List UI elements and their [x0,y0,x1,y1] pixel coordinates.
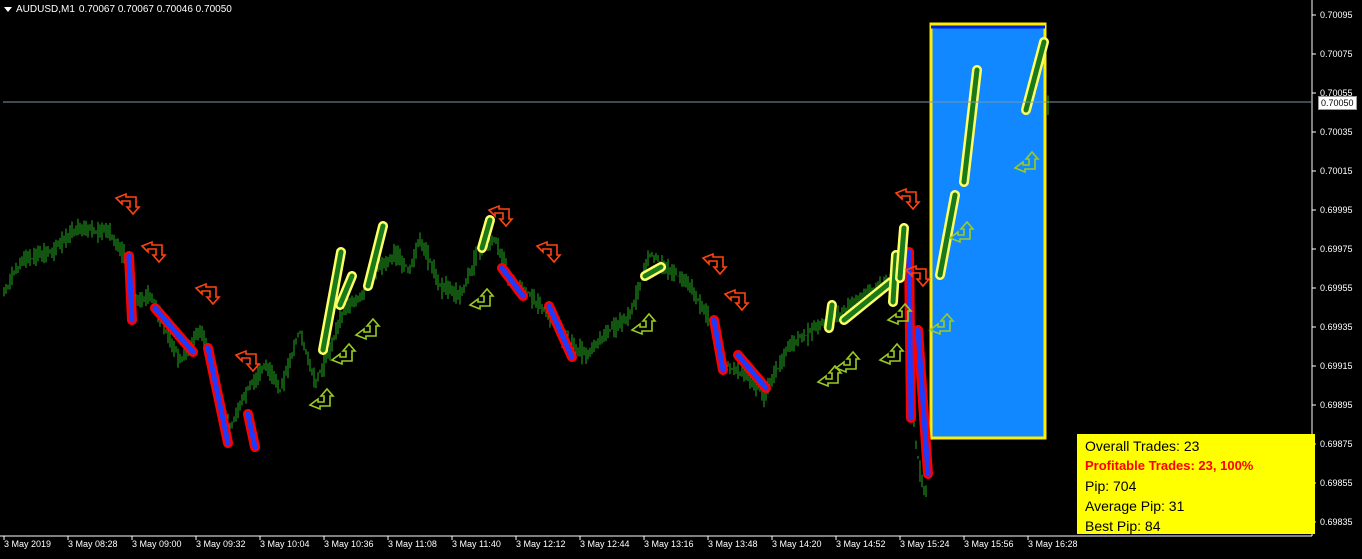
chart-header: AUDUSD,M1 0.70067 0.70067 0.70046 0.7005… [4,4,232,15]
sell-signal-arrow-icon [535,240,562,264]
x-tick-label: 3 May 14:20 [772,539,822,549]
buy-signal-arrow-icon [630,312,657,336]
buy-signal-arrow-icon [878,342,905,366]
x-tick-label: 3 May 08:28 [68,539,118,549]
y-tick-label: 0.69955 [1320,283,1353,293]
x-tick-label: 3 May 2019 [4,539,51,549]
x-tick-label: 3 May 10:36 [324,539,374,549]
y-tick-label: 0.70095 [1320,10,1353,20]
buy-signal-arrow-icon [354,317,381,341]
sell-trade [205,345,231,446]
pip-total: Pip: 704 [1085,478,1137,494]
sell-signal-arrow-icon [894,187,921,211]
ohlc-values: 0.70067 0.70067 0.70046 0.70050 [78,4,232,15]
x-tick-label: 3 May 15:24 [900,539,950,549]
x-tick-label: 3 May 12:44 [580,539,630,549]
y-tick-label: 0.70035 [1320,127,1353,137]
buy-trade [826,302,835,331]
y-tick-label: 0.69835 [1320,517,1353,527]
best-pip: Best Pip: 84 [1085,518,1161,534]
buy-signal-arrow-icon [886,302,913,326]
buy-signal-arrow-icon [308,387,335,411]
y-tick-label: 0.69855 [1320,478,1353,488]
buy-signal-arrow-icon [330,342,357,366]
y-tick-label: 0.69915 [1320,361,1353,371]
y-tick-label: 0.69995 [1320,205,1353,215]
average-pip: Average Pip: 31 [1085,498,1185,514]
y-tick-label: 0.70015 [1320,166,1353,176]
y-tick-label: 0.69975 [1320,244,1353,254]
chevron-down-icon[interactable] [4,7,12,12]
stats-panel: Overall Trades: 23 Profitable Trades: 23… [1077,434,1315,534]
x-tick-label: 3 May 10:04 [260,539,310,549]
sell-signal-arrow-icon [194,282,221,306]
x-tick-label: 3 May 09:00 [132,539,182,549]
x-tick-label: 3 May 15:56 [964,539,1014,549]
y-tick-label: 0.69935 [1320,322,1353,332]
sell-trade [126,253,135,323]
buy-signal-arrow-icon [468,287,495,311]
x-tick-label: 3 May 14:52 [836,539,886,549]
sell-signal-arrow-icon [140,240,167,264]
y-tick-label: 0.69875 [1320,439,1353,449]
x-tick-label: 3 May 12:12 [516,539,566,549]
current-price-label: 0.70050 [1318,96,1357,110]
x-tick-label: 3 May 13:16 [644,539,694,549]
sell-signal-arrow-icon [114,192,141,216]
sell-trade [906,249,914,421]
x-tick-label: 3 May 16:28 [1028,539,1078,549]
x-tick-label: 3 May 09:32 [196,539,246,549]
sell-signal-arrow-icon [723,288,750,312]
buy-signal-arrow-icon [834,350,861,374]
sell-signal-arrow-icon [234,349,261,373]
x-tick-label: 3 May 11:40 [452,539,501,549]
trade-segments [124,37,1049,479]
sell-signal-arrow-icon [701,252,728,276]
x-tick-label: 3 May 13:48 [708,539,758,549]
profitable-trades: Profitable Trades: 23, 100% [1085,458,1254,473]
sell-trade [546,303,575,360]
x-tick-label: 3 May 11:08 [388,539,437,549]
symbol-timeframe: AUDUSD,M1 [16,4,75,15]
y-tick-label: 0.70075 [1320,49,1353,59]
overall-trades: Overall Trades: 23 [1085,438,1200,454]
y-tick-label: 0.69895 [1320,400,1353,410]
